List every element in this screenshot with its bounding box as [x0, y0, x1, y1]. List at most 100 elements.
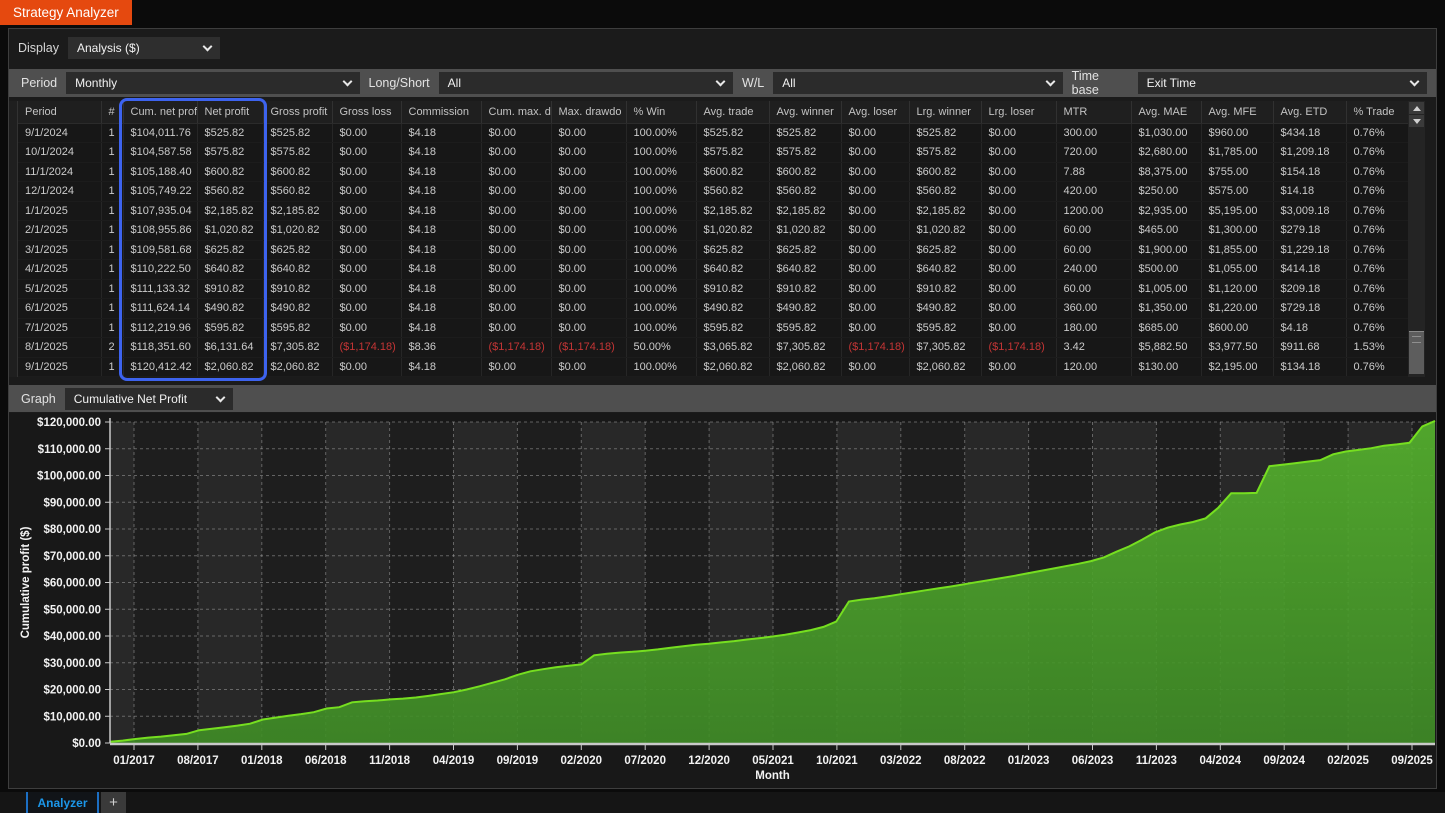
- column-header[interactable]: MTR: [1056, 101, 1131, 123]
- table-cell: $0.00: [332, 240, 401, 260]
- column-header[interactable]: Avg. MAE: [1131, 101, 1201, 123]
- table-cell: $0.00: [841, 240, 909, 260]
- table-cell: $108,955.86: [123, 221, 197, 241]
- table-row[interactable]: 2/1/20251$108,955.86$1,020.82$1,020.82$0…: [18, 221, 1408, 241]
- table-cell: 1: [101, 260, 123, 280]
- filter-time-base-dropdown[interactable]: Exit Time: [1138, 72, 1427, 94]
- table-row[interactable]: 7/1/20251$112,219.96$595.82$595.82$0.00$…: [18, 318, 1408, 338]
- column-header[interactable]: Max. drawdo: [551, 101, 626, 123]
- filter-w-l-value: All: [782, 76, 795, 90]
- table-cell: $595.82: [909, 318, 981, 338]
- column-header[interactable]: Gross profit: [263, 101, 332, 123]
- table-cell: $2,935.00: [1131, 201, 1201, 221]
- table-row[interactable]: 3/1/20251$109,581.68$625.82$625.82$0.00$…: [18, 240, 1408, 260]
- column-header[interactable]: Gross loss: [332, 101, 401, 123]
- table-cell: $525.82: [769, 123, 841, 143]
- column-header[interactable]: % Win: [626, 101, 696, 123]
- column-header[interactable]: Period: [18, 101, 101, 123]
- table-row[interactable]: 9/1/20241$104,011.76$525.82$525.82$0.00$…: [18, 123, 1408, 143]
- column-header[interactable]: Cum. net profit: [123, 101, 197, 123]
- table-cell: $154.18: [1273, 162, 1346, 182]
- display-label: Display: [18, 41, 59, 55]
- table-cell: 5/1/2025: [18, 279, 101, 299]
- chevron-down-icon: [342, 77, 352, 87]
- table-cell: $4.18: [401, 260, 481, 280]
- table-cell: 10/1/2024: [18, 143, 101, 163]
- scrollbar-thumb[interactable]: [1409, 331, 1424, 374]
- table-cell: 300.00: [1056, 123, 1131, 143]
- table-cell: $490.82: [909, 299, 981, 319]
- column-header[interactable]: Avg. winner: [769, 101, 841, 123]
- add-tab-button[interactable]: +: [101, 792, 126, 813]
- table-cell: $110,222.50: [123, 260, 197, 280]
- table-cell: $0.00: [551, 357, 626, 377]
- table-row[interactable]: 8/1/20252$118,351.60$6,131.64$7,305.82($…: [18, 338, 1408, 358]
- table-cell: $600.82: [696, 162, 769, 182]
- filter-long-short-dropdown[interactable]: All: [439, 72, 733, 94]
- table-cell: $600.82: [263, 162, 332, 182]
- table-cell: $1,220.00: [1201, 299, 1273, 319]
- table-cell: $0.00: [981, 221, 1056, 241]
- column-header[interactable]: Avg. MFE: [1201, 101, 1273, 123]
- table-cell: $0.00: [981, 143, 1056, 163]
- table-cell: 100.00%: [626, 182, 696, 202]
- table-row[interactable]: 11/1/20241$105,188.40$600.82$600.82$0.00…: [18, 162, 1408, 182]
- table-cell: $2,680.00: [1131, 143, 1201, 163]
- table-cell: $112,219.96: [123, 318, 197, 338]
- tab-analyzer[interactable]: Analyzer: [26, 792, 99, 813]
- table-cell: 0.76%: [1346, 240, 1408, 260]
- table-row[interactable]: 4/1/20251$110,222.50$640.82$640.82$0.00$…: [18, 260, 1408, 280]
- table-cell: 420.00: [1056, 182, 1131, 202]
- table-cell: $3,977.50: [1201, 338, 1273, 358]
- table-row[interactable]: 10/1/20241$104,587.58$575.82$575.82$0.00…: [18, 143, 1408, 163]
- table-scrollbar[interactable]: [1408, 101, 1425, 377]
- window-title-tab[interactable]: Strategy Analyzer: [0, 0, 132, 25]
- display-dropdown[interactable]: Analysis ($): [68, 37, 220, 59]
- table-row[interactable]: 6/1/20251$111,624.14$490.82$490.82$0.00$…: [18, 299, 1408, 319]
- scroll-up-button[interactable]: [1409, 102, 1424, 114]
- table-cell: $104,587.58: [123, 143, 197, 163]
- table-row[interactable]: 1/1/20251$107,935.04$2,185.82$2,185.82$0…: [18, 201, 1408, 221]
- filter-toolbar: PeriodMonthlyLong/ShortAllW/LAllTime bas…: [9, 69, 1436, 97]
- table-cell: 100.00%: [626, 221, 696, 241]
- x-tick-label: 07/2020: [624, 755, 666, 767]
- column-header[interactable]: Cum. max. d: [481, 101, 551, 123]
- y-tick-label: $60,000.00: [43, 578, 101, 590]
- table-cell: 1.53%: [1346, 338, 1408, 358]
- column-header[interactable]: Avg. ETD: [1273, 101, 1346, 123]
- bottom-tab-bar: Analyzer +: [0, 792, 1445, 813]
- column-header[interactable]: Avg. trade: [696, 101, 769, 123]
- table-cell: $0.00: [841, 123, 909, 143]
- column-header[interactable]: Commission: [401, 101, 481, 123]
- filter-w-l-dropdown[interactable]: All: [773, 72, 1062, 94]
- table-cell: $14.18: [1273, 182, 1346, 202]
- table-cell: $2,060.82: [909, 357, 981, 377]
- column-header[interactable]: Net profit: [197, 101, 263, 123]
- table-cell: 100.00%: [626, 123, 696, 143]
- column-header[interactable]: Avg. loser: [841, 101, 909, 123]
- graph-type-dropdown[interactable]: Cumulative Net Profit: [65, 388, 233, 410]
- chevron-down-icon: [1045, 77, 1055, 87]
- table-row[interactable]: 5/1/20251$111,133.32$910.82$910.82$0.00$…: [18, 279, 1408, 299]
- table-cell: $120,412.42: [123, 357, 197, 377]
- column-header[interactable]: #: [101, 101, 123, 123]
- table-cell: $105,749.22: [123, 182, 197, 202]
- table-cell: 1: [101, 318, 123, 338]
- column-header[interactable]: % Trade: [1346, 101, 1408, 123]
- table-cell: 0.76%: [1346, 357, 1408, 377]
- table-cell: 1: [101, 240, 123, 260]
- table-cell: $0.00: [481, 162, 551, 182]
- column-header[interactable]: Lrg. loser: [981, 101, 1056, 123]
- chart-canvas: $0.00$10,000.00$20,000.00$30,000.00$40,0…: [9, 413, 1436, 788]
- table-cell: $105,188.40: [123, 162, 197, 182]
- scroll-down-button[interactable]: [1409, 115, 1424, 127]
- table-cell: $625.82: [696, 240, 769, 260]
- table-row[interactable]: 12/1/20241$105,749.22$560.82$560.82$0.00…: [18, 182, 1408, 202]
- column-header[interactable]: Lrg. winner: [909, 101, 981, 123]
- table-row[interactable]: 9/1/20251$120,412.42$2,060.82$2,060.82$0…: [18, 357, 1408, 377]
- table-cell: 60.00: [1056, 221, 1131, 241]
- filter-period-dropdown[interactable]: Monthly: [66, 72, 359, 94]
- table-cell: $0.00: [551, 260, 626, 280]
- y-tick-label: $120,000.00: [37, 417, 101, 429]
- table-cell: $0.00: [981, 357, 1056, 377]
